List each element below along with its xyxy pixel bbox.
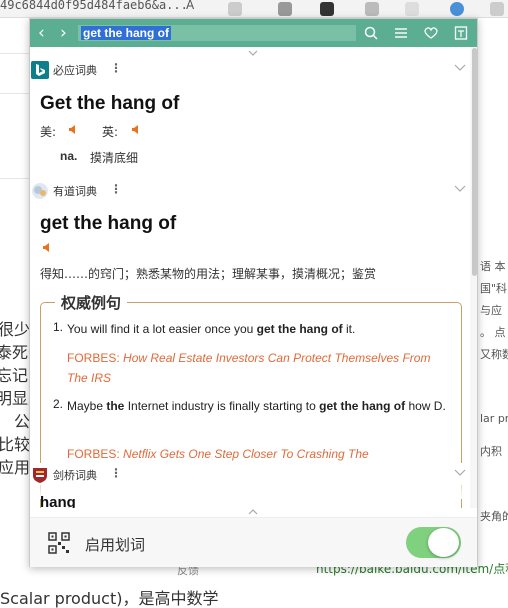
background-text: 国"科 [480,282,508,295]
toggle-knob[interactable] [428,528,459,557]
extension-icon[interactable] [365,2,379,16]
background-text: 夹角的 [480,510,508,523]
background-text: 明显是 [0,389,29,408]
headword: get the hang of [40,213,177,234]
example-number: 1. [53,320,64,334]
browser-address-bar: 49c6844d0f95d484faeb6&a... A [0,0,508,18]
chevron-down-icon[interactable] [454,185,466,192]
divider [0,93,29,94]
example-text: You will find it a lot easier once you [67,322,257,336]
example-text: it. [342,322,356,336]
ocr-extension-icon[interactable] [278,2,292,16]
menu-icon[interactable] [393,25,409,41]
example-sentence: Maybe the Internet industry is finally s… [67,397,447,416]
example-highlight: get the hang of [256,322,343,336]
more-icon[interactable]: ⋮ [110,466,122,480]
background-text: 与应 [480,304,502,317]
bookmark-icon[interactable] [453,25,469,41]
chevron-down-icon[interactable] [454,469,466,476]
chevron-down-icon[interactable] [454,64,466,71]
us-pronunciation-label: 美: [40,125,57,139]
background-text: 比较 [0,435,29,454]
background-text: Scalar product)，是高中数学 [0,589,219,608]
example-number: 2. [53,397,64,411]
example-text: Maybe [67,399,107,413]
bing-dict-header: 必应词典 ⋮ [30,58,470,80]
example-source[interactable]: FORBES: How Real Estate Investors Can Pr… [67,348,447,388]
youdao-dict-header: 有道词典 ⋮ [30,179,470,201]
example-source[interactable]: FORBES: Netflix Gets One Step Closer To … [67,444,447,464]
background-text: 内积 [480,445,502,458]
heart-icon[interactable] [423,25,439,41]
definition: 摸清底细 [90,151,139,165]
source-name: FORBES: [67,351,120,365]
headword: hang [40,494,76,508]
popup-footer: 启用划词 [30,517,477,567]
example-text: how D. [405,399,446,413]
cambridge-logo-icon [33,468,47,483]
dict-name: 有道词典 [53,185,97,198]
scrollbar-thumb[interactable] [472,48,477,276]
example-text: Internet industry is finally starting to [124,399,320,413]
extension-icon[interactable] [490,2,504,16]
divider [0,178,29,179]
url-text: 49c6844d0f95d484faeb6&a... [0,0,188,12]
enable-selection-label: 启用划词 [85,536,146,554]
popup-toolbar: ‹ › get the hang of [30,19,477,47]
chevron-up-icon[interactable] [248,509,258,515]
divider [0,53,29,54]
part-of-speech: na. [60,149,78,163]
example-highlight: the [106,399,125,413]
back-icon[interactable]: ‹ [38,23,45,43]
background-text: 公 [14,412,29,431]
headword: Get the hang of [40,93,180,114]
source-name: FORBES: [67,447,120,461]
background-text: 又称数 [480,348,508,361]
dict-name: 必应词典 [53,64,97,77]
more-icon[interactable]: ⋮ [110,61,122,75]
extension-icon[interactable] [405,2,419,16]
background-text: lar pro [480,412,508,425]
speaker-icon[interactable] [68,124,79,135]
source-title: How Real Estate Investors Can Protect Th… [67,351,431,385]
definition: 得知……的窍门；熟悉某物的用法；理解某事，摸清概况；鉴赏 [40,267,377,281]
cambridge-dict-header: 剑桥词典 ⋮ [30,463,470,485]
speaker-icon[interactable] [42,242,53,253]
speaker-icon[interactable] [131,124,142,135]
forward-icon[interactable]: › [60,23,67,43]
read-aloud-button[interactable]: A [186,0,194,12]
background-page-right: 语 本 国"科 与应 。 点 又称数 lar pro 内积 夹角的 [478,18,508,608]
dictionary-popup: ‹ › get the hang of 必应词典 ⋮ Get the hang … [29,18,478,567]
examples-title: 权威例句 [55,292,128,313]
extension-icon[interactable] [320,2,334,16]
chevron-down-icon[interactable] [248,50,258,56]
background-page-left: 很少 泰死于 忘记了 明显是 公 比较 应用。 [0,18,29,608]
search-input[interactable] [78,25,356,41]
background-text: 泰死于 [0,343,29,362]
search-icon[interactable] [363,25,379,41]
source-title: Netflix Gets One Step Closer To Crashing… [123,447,369,461]
background-text: 忘记了 [0,366,29,385]
youdao-logo-icon [32,183,48,199]
qr-code-icon[interactable] [48,532,70,554]
example-sentence: You will find it a lot easier once you g… [67,320,447,339]
background-text: 。 点 [480,326,506,339]
background-text: 很少 [0,320,29,339]
popup-content: 必应词典 ⋮ Get the hang of 美: 英: na. 摸清底细 有道… [30,57,470,508]
more-icon[interactable]: ⋮ [110,182,122,196]
extension-icon[interactable] [228,2,242,16]
dict-name: 剑桥词典 [53,469,97,482]
bing-logo-icon [31,61,49,79]
background-text: 语 本 [480,260,506,273]
dictionary-extension-icon[interactable] [450,2,464,16]
uk-pronunciation-label: 英: [102,125,119,139]
example-highlight: get the hang of [319,399,406,413]
background-text: 应用。 [0,458,29,477]
